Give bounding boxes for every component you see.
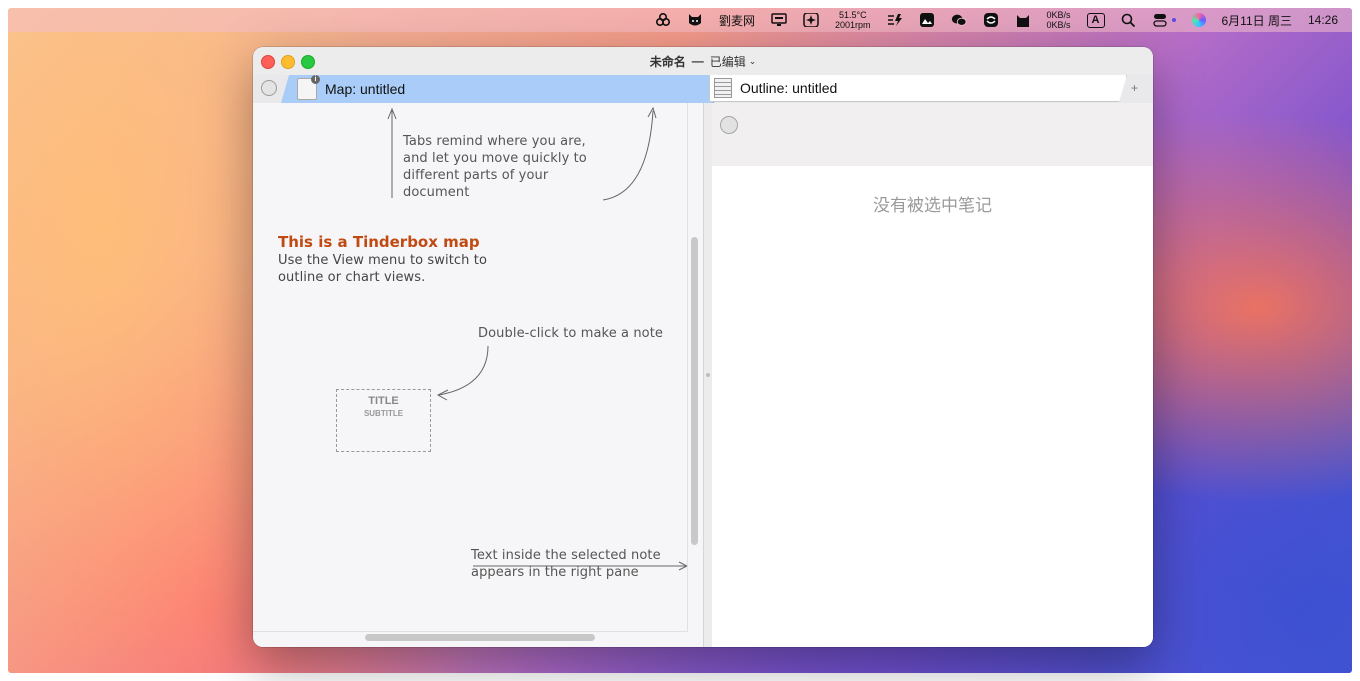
dblclick-arrow xyxy=(438,345,489,396)
outline-view: 没有被选中笔记 xyxy=(712,103,1153,647)
vertical-scrollbar[interactable] xyxy=(691,237,698,545)
splitter-grip-icon xyxy=(706,373,710,377)
info-badge-icon: i xyxy=(311,75,320,84)
note-header xyxy=(712,103,1153,166)
cat-face-icon[interactable] xyxy=(687,8,703,32)
net-down-readout: 0KB/s xyxy=(1046,20,1071,30)
sensor-readout[interactable]: 51.5°C 2001rpm xyxy=(835,8,871,32)
no-note-selected-message: 没有被选中笔记 xyxy=(873,196,992,215)
selection-circle-icon[interactable] xyxy=(261,80,277,96)
display-icon[interactable] xyxy=(771,8,787,32)
map-canvas[interactable]: Tabs remind where you are, and let you m… xyxy=(253,103,688,632)
tab-outline[interactable]: Outline: untitled xyxy=(709,75,1127,102)
title-separator: — xyxy=(691,54,704,68)
cat-silhouette-icon[interactable] xyxy=(1015,8,1031,32)
photo-icon[interactable] xyxy=(919,8,935,32)
search-icon[interactable] xyxy=(1121,8,1137,32)
fan-icon[interactable] xyxy=(803,8,819,32)
control-center-icon[interactable] xyxy=(1152,8,1176,32)
tab-map-label: Map: untitled xyxy=(325,81,406,97)
menubar-date[interactable]: 6月11日 周三 xyxy=(1222,8,1292,32)
menubar-time[interactable]: 14:26 xyxy=(1308,8,1338,32)
note-color-circle-icon[interactable] xyxy=(720,116,738,134)
tab-outline-label: Outline: untitled xyxy=(740,80,838,96)
tabs-annotation: Tabs remind where you are, and let you m… xyxy=(403,134,587,200)
battery-charge-icon[interactable] xyxy=(887,8,903,32)
edited-status: 已编辑 xyxy=(709,54,746,69)
outline-document-icon xyxy=(714,78,732,98)
link-icon[interactable] xyxy=(655,8,671,32)
menubar-app-label[interactable]: 劉麦网 xyxy=(719,8,755,32)
input-source-button[interactable]: A xyxy=(1086,8,1105,32)
sync-icon[interactable] xyxy=(983,8,999,32)
net-up-readout: 0KB/s xyxy=(1046,10,1071,20)
note-subtitle: SUBTITLE xyxy=(363,409,404,418)
title-bar: 未命名 — 已编辑 ⌄ xyxy=(253,47,1153,76)
note-title: TITLE xyxy=(368,395,399,407)
map-description: Use the View menu to switch to outline o… xyxy=(278,253,488,285)
fan-speed-readout: 2001rpm xyxy=(835,20,871,30)
horizontal-scrollbar[interactable] xyxy=(365,634,595,641)
tabs-arrow-curve xyxy=(602,110,654,201)
map-document-icon: i xyxy=(297,75,320,100)
notification-dot-icon xyxy=(1171,18,1176,22)
chevron-down-icon[interactable]: ⌄ xyxy=(749,56,757,67)
temperature-readout: 51.5°C xyxy=(838,10,867,20)
wechat-icon[interactable] xyxy=(951,8,967,32)
input-source-label: A xyxy=(1086,12,1105,28)
network-speed[interactable]: 0KB/s 0KB/s xyxy=(1047,8,1071,32)
tabs-arrow-curve-head xyxy=(647,106,657,119)
menu-bar: 劉麦网 51.5°C 2001rpm 0KB/s 0KB/s A 6月11日 周… xyxy=(8,8,1352,32)
window-title[interactable]: 未命名 — 已编辑 ⌄ xyxy=(253,47,1153,75)
add-tab-button[interactable]: + xyxy=(1131,81,1138,95)
siri-icon[interactable] xyxy=(1191,8,1206,32)
sample-note[interactable]: TITLE SUBTITLE xyxy=(336,389,431,452)
text-annotation: Text inside the selected note appears in… xyxy=(471,548,661,580)
map-view: Tabs remind where you are, and let you m… xyxy=(253,103,703,647)
dblclick-annotation: Double-click to make a note xyxy=(478,326,664,341)
map-heading: This is a Tinderbox map xyxy=(278,233,480,251)
tab-bar: i Map: untitled Outline: untitled + xyxy=(253,75,1153,103)
document-name: 未命名 xyxy=(649,54,686,69)
tinderbox-window: 未命名 — 已编辑 ⌄ i Map: untitled Outline: unt… xyxy=(253,47,1153,647)
tab-map[interactable]: i Map: untitled xyxy=(281,75,714,103)
